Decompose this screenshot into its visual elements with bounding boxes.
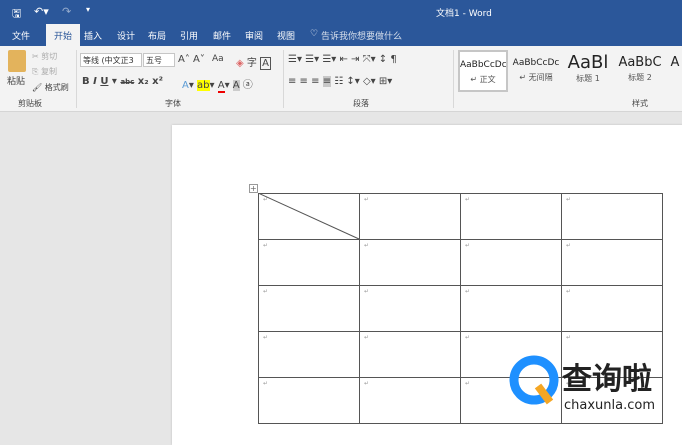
font-format-buttons[interactable]: B I U ▾ abc x₂ x² xyxy=(82,76,163,87)
style-name: 标题 2 xyxy=(628,73,652,82)
style-more[interactable]: A xyxy=(668,50,682,92)
ribbon-tabs: 文件 开始 插入 设计 布局 引用 邮件 审阅 视图 ♡ 告诉我你想要做什么 xyxy=(0,24,682,46)
copy-label: 复制 xyxy=(40,67,57,76)
style-preview: AaBbCcDc xyxy=(512,58,560,68)
table-cell[interactable]: ↵ xyxy=(359,285,461,332)
table-cell[interactable]: ↵ xyxy=(460,239,562,286)
separator xyxy=(453,50,454,108)
cut-label: 剪切 xyxy=(41,52,58,61)
table-cell[interactable]: ↵ xyxy=(359,193,461,240)
table-cell[interactable]: ↵ xyxy=(258,377,360,424)
style-preview: A xyxy=(670,55,680,70)
watermark-logo-icon xyxy=(509,355,559,405)
style-name: ↵ 正文 xyxy=(470,75,496,84)
table-row: ↵ ↵ ↵ ↵ xyxy=(258,239,663,286)
tab-file[interactable]: 文件 xyxy=(12,29,30,42)
tab-mailings[interactable]: 邮件 xyxy=(213,29,231,42)
save-icon[interactable]: 🖫 xyxy=(12,5,21,24)
style-name: ↵ 无间隔 xyxy=(519,73,553,82)
style-name: 标题 1 xyxy=(576,74,600,83)
redo-icon[interactable]: ↷ xyxy=(62,5,71,18)
title-bar: 🖫 ↶▾ ↷ ▾ 文档1 - Word xyxy=(0,0,682,24)
paste-button[interactable]: 粘贴 xyxy=(7,74,25,87)
table-move-handle-icon[interactable]: + xyxy=(249,184,258,193)
separator xyxy=(283,50,284,108)
tell-me-box[interactable]: 告诉我你想要做什么 xyxy=(321,29,402,42)
watermark: 查询啦 chaxunla.com xyxy=(506,352,682,422)
table-cell[interactable]: ↵ xyxy=(359,239,461,286)
format-painter-button[interactable]: 🖌 格式刷 xyxy=(32,82,69,93)
table-cell[interactable]: ↵ xyxy=(561,193,663,240)
format-painter-label: 格式刷 xyxy=(44,83,69,92)
group-label-styles: 样式 xyxy=(632,99,648,108)
change-case-button[interactable]: Aa xyxy=(212,54,224,64)
clear-format-icon[interactable]: ◈ 字 A xyxy=(236,54,271,70)
separator xyxy=(76,50,77,108)
font-size-combo[interactable]: 五号 xyxy=(143,53,175,67)
copy-button[interactable]: ⎘ 复制 xyxy=(32,66,57,77)
tab-layout[interactable]: 布局 xyxy=(148,29,166,42)
group-label-paragraph: 段落 xyxy=(353,99,369,108)
table-cell[interactable]: ↵ xyxy=(359,331,461,378)
tab-design[interactable]: 设计 xyxy=(117,29,135,42)
style-heading-1[interactable]: AaBl 标题 1 xyxy=(564,50,612,92)
style-heading-2[interactable]: AaBbC 标题 2 xyxy=(614,50,666,92)
cut-button[interactable]: ✂ 剪切 xyxy=(32,51,57,62)
style-preview: AaBbCcDc xyxy=(460,60,506,70)
diagonal-border xyxy=(258,193,360,240)
tab-review[interactable]: 审阅 xyxy=(245,29,263,42)
tab-insert[interactable]: 插入 xyxy=(84,29,102,42)
table-cell[interactable]: ↵ xyxy=(460,193,562,240)
style-normal[interactable]: AaBbCcDc ↵ 正文 xyxy=(458,50,508,92)
paste-icon[interactable] xyxy=(8,50,26,72)
customize-icon[interactable]: ▾ xyxy=(86,5,90,14)
watermark-brand: 查询啦 xyxy=(562,362,652,397)
font-name-combo[interactable]: 等线 (中文正3 xyxy=(80,53,142,67)
ribbon: 粘贴 ✂ 剪切 ⎘ 复制 🖌 格式刷 剪贴板 等线 (中文正3 五号 A˄ A˅… xyxy=(0,46,682,112)
table-cell[interactable]: ↵ xyxy=(561,285,663,332)
table-cell[interactable]: ↵ xyxy=(258,331,360,378)
table-cell[interactable]: ↵ xyxy=(258,285,360,332)
table-cell[interactable]: ↵ xyxy=(460,285,562,332)
tab-home[interactable]: 开始 xyxy=(46,24,81,46)
alignment-buttons[interactable]: ≡ ≡ ≡ ≡ ☷ ↕▾ ◇▾ ⊞▾ xyxy=(288,76,392,87)
style-no-spacing[interactable]: AaBbCcDc ↵ 无间隔 xyxy=(510,50,562,92)
style-preview: AaBl xyxy=(567,52,609,73)
font-effects-buttons[interactable]: A▾ ab▾ A▾ A ⓐ xyxy=(182,76,253,93)
font-size-buttons[interactable]: A˄ A˅ xyxy=(178,54,205,65)
document-title: 文档1 - Word xyxy=(436,9,492,19)
table-row: ↵ ↵ ↵ ↵ xyxy=(258,285,663,332)
tab-view[interactable]: 视图 xyxy=(277,29,295,42)
table-cell[interactable]: ↵ xyxy=(561,239,663,286)
undo-icon[interactable]: ↶▾ xyxy=(34,5,49,18)
style-preview: AaBbC xyxy=(618,55,662,70)
group-label-font: 字体 xyxy=(165,99,181,108)
watermark-url: chaxunla.com xyxy=(564,398,655,413)
list-buttons[interactable]: ☰▾ ☰▾ ☰▾ ⇤ ⇥ ⤧▾ ↕ ¶ xyxy=(288,54,397,65)
table-cell[interactable]: ↵ xyxy=(258,239,360,286)
tab-references[interactable]: 引用 xyxy=(180,29,198,42)
table-cell[interactable]: ↵ xyxy=(359,377,461,424)
group-label-clipboard: 剪贴板 xyxy=(18,99,42,108)
lightbulb-icon: ♡ xyxy=(310,29,319,39)
